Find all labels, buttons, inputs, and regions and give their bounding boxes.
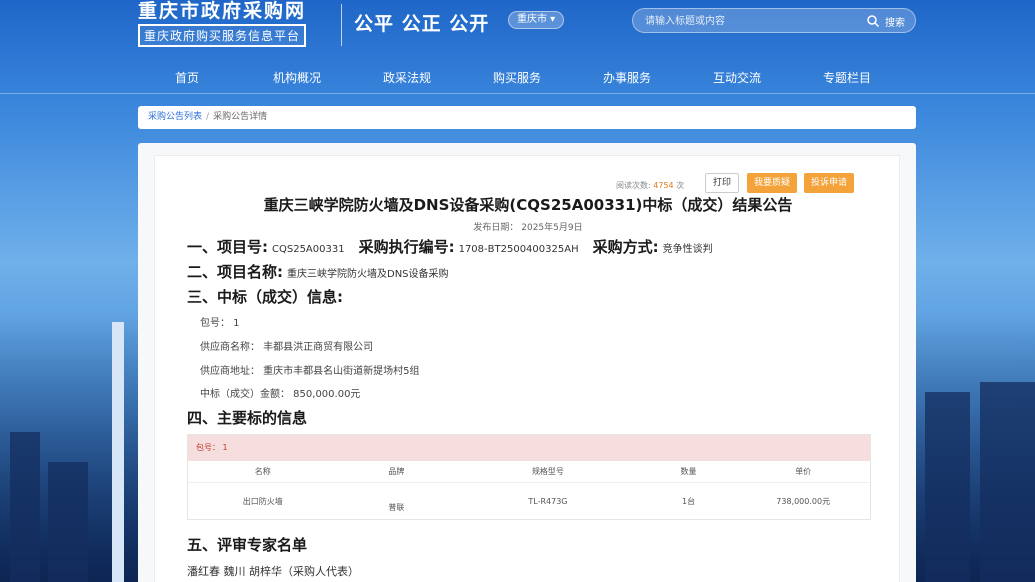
publish-date: 发布日期： 2025年5月9日 bbox=[473, 223, 583, 233]
items-table: 包号： 1 名称 品牌 规格型号 数量 单价 出口防火墙 普联 TL-R473G… bbox=[187, 434, 871, 520]
supplier-address: 供应商地址： 重庆市丰都县名山街道新提场村5组 bbox=[200, 366, 420, 377]
bridge-pylon bbox=[112, 322, 124, 582]
search-box: 搜索 bbox=[632, 8, 916, 33]
region-select[interactable]: 重庆市 ▾ bbox=[508, 11, 565, 29]
question-button[interactable]: 我要质疑 bbox=[747, 173, 797, 193]
col-brand: 品牌 bbox=[388, 467, 405, 476]
nav-regulations[interactable]: 政采法规 bbox=[352, 68, 462, 90]
nav-office-services[interactable]: 办事服务 bbox=[572, 68, 682, 90]
section-project-number: 一、项目号: CQS25A00331 采购执行编号: 1708-BT250040032… bbox=[187, 238, 713, 256]
award-amount: 中标（成交）金额： 850,000.00元 bbox=[200, 389, 361, 400]
project-number: CQS25A00331 bbox=[272, 244, 345, 255]
header-divider bbox=[341, 4, 342, 46]
search-icon[interactable] bbox=[866, 14, 880, 28]
nav-interaction[interactable]: 互动交流 bbox=[682, 68, 792, 90]
nav-topics[interactable]: 专题栏目 bbox=[792, 68, 902, 90]
cell-name: 出口防火墙 bbox=[242, 496, 283, 506]
breadcrumb-current: 采购公告详情 bbox=[213, 112, 268, 122]
section-award-info: 三、中标（成交）信息: bbox=[187, 288, 343, 306]
procurement-method: 竞争性谈判 bbox=[662, 244, 713, 255]
breadcrumb: 采购公告列表 / 采购公告详情 bbox=[138, 106, 916, 129]
table-header: 名称 品牌 规格型号 数量 单价 bbox=[188, 461, 870, 483]
view-count-value: 4754 bbox=[653, 181, 674, 190]
col-model: 规格型号 bbox=[531, 467, 564, 476]
nav-about[interactable]: 机构概况 bbox=[242, 68, 352, 90]
nav-home[interactable]: 首页 bbox=[132, 68, 242, 90]
building bbox=[48, 462, 88, 582]
section-project-name: 二、项目名称: 重庆三峡学院防火墙及DNS设备采购 bbox=[187, 263, 449, 281]
building bbox=[925, 392, 970, 582]
notice-title: 重庆三峡学院防火墙及DNS设备采购(CQS25A00331)中标（成交）结果公告 bbox=[263, 196, 793, 214]
content-panel: 阅读次数: 4754 次 打印 我要质疑 投诉申请 重庆三峡学院防火墙及DNS设… bbox=[138, 143, 916, 582]
nav-divider bbox=[0, 93, 1035, 94]
site-header: 重庆市政府采购网 重庆政府购买服务信息平台 公平 公正 公开 重庆市 ▾ 搜索 bbox=[0, 0, 1035, 58]
section-experts: 五、评审专家名单 bbox=[187, 536, 308, 554]
col-quantity: 数量 bbox=[680, 467, 697, 476]
main-nav: 首页 机构概况 政采法规 购买服务 办事服务 互动交流 专题栏目 bbox=[132, 68, 902, 90]
table-row: 出口防火墙 普联 TL-R473G 1台 738,000.00元 bbox=[188, 483, 870, 519]
cell-quantity: 1台 bbox=[681, 496, 696, 506]
logo-subtitle: 重庆政府购买服务信息平台 bbox=[138, 24, 307, 47]
cell-unit-price: 738,000.00元 bbox=[776, 496, 831, 506]
cell-brand: 普联 bbox=[388, 503, 405, 512]
table-package: 包号： 1 bbox=[188, 435, 870, 461]
expert-list: 潘红春 魏川 胡梓华（采购人代表） bbox=[187, 565, 359, 578]
col-name: 名称 bbox=[254, 467, 271, 476]
view-count: 阅读次数: 4754 次 bbox=[616, 181, 685, 190]
project-name: 重庆三峡学院防火墙及DNS设备采购 bbox=[287, 269, 449, 280]
cell-model: TL-R473G bbox=[528, 496, 568, 506]
notice-card: 阅读次数: 4754 次 打印 我要质疑 投诉申请 重庆三峡学院防火墙及DNS设… bbox=[154, 155, 900, 582]
site-logo[interactable]: 重庆市政府采购网 重庆政府购买服务信息平台 bbox=[138, 0, 328, 47]
search-input[interactable] bbox=[645, 13, 855, 29]
nav-purchase-services[interactable]: 购买服务 bbox=[462, 68, 572, 90]
execution-number: 1708-BT2500400325AH bbox=[458, 244, 579, 255]
slogan: 公平 公正 公开 bbox=[354, 13, 490, 35]
appeal-button[interactable]: 投诉申请 bbox=[804, 173, 854, 193]
col-unit-price: 单价 bbox=[795, 467, 812, 476]
logo-title: 重庆市政府采购网 bbox=[138, 0, 307, 22]
package-number: 包号： 1 bbox=[200, 318, 240, 329]
section-main-items: 四、主要标的信息 bbox=[187, 409, 308, 427]
search-button[interactable]: 搜索 bbox=[885, 14, 905, 29]
building bbox=[10, 432, 40, 582]
breadcrumb-notice-list[interactable]: 采购公告列表 bbox=[148, 112, 202, 122]
building bbox=[980, 382, 1035, 582]
supplier-name: 供应商名称： 丰都县洪正商贸有限公司 bbox=[200, 342, 374, 353]
print-button[interactable]: 打印 bbox=[705, 173, 739, 193]
